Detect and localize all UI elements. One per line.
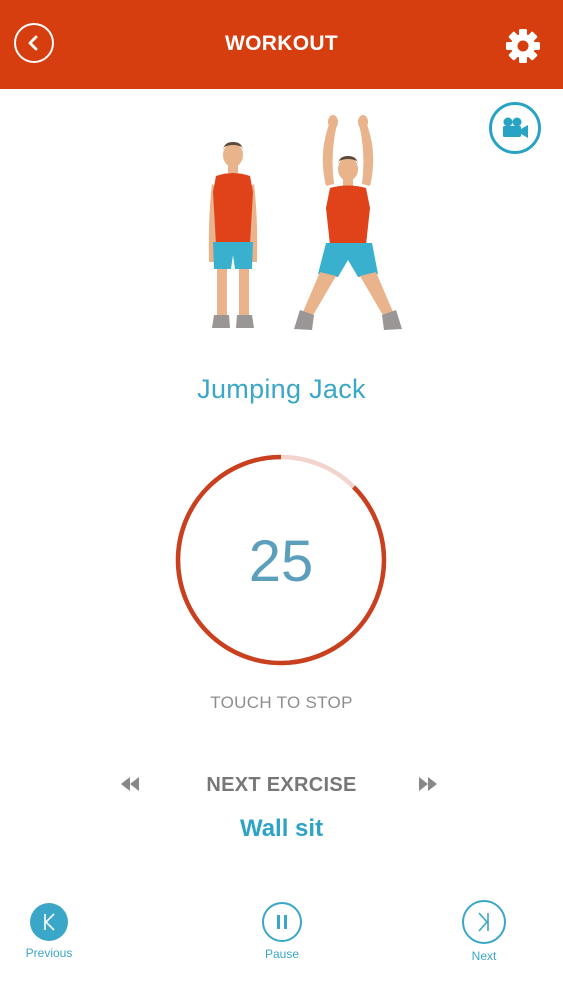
settings-button[interactable] [505,28,541,64]
gear-icon [506,29,540,63]
standing-figure [208,142,258,328]
timer-value: 25 [248,529,314,594]
pause-label: Pause [264,947,300,961]
next-exercise-label: NEXT EXRCISE [206,774,357,796]
previous-label: Previous [25,946,73,960]
touch-to-stop-label: TOUCH TO STOP [210,693,353,712]
pause-icon [277,915,287,929]
pause-button[interactable]: Pause [252,902,312,961]
skip-next-icon [478,912,489,932]
pause-icon-circle [262,902,302,942]
skip-previous-icon [44,913,55,931]
timer-ring[interactable]: 25 [171,450,391,670]
app-header: WORKOUT [0,0,563,89]
next-exercise-name: Wall sit [239,815,324,842]
fast-forward-icon [419,777,437,791]
video-button[interactable] [489,102,541,154]
previous-button[interactable]: Previous [20,903,78,960]
exercise-illustration [190,112,410,337]
video-camera-icon [503,117,528,138]
next-label: Next [471,949,497,963]
page-title: WORKOUT [225,32,338,55]
next-exercise-row: NEXT EXRCISE [0,770,563,800]
previous-icon-circle [30,903,68,941]
exercise-name: Jumping Jack [197,374,366,404]
next-button[interactable]: Next [454,900,514,963]
jumping-figure [294,115,402,330]
next-exercise-arrows[interactable] [415,773,441,795]
next-icon-circle [462,900,506,944]
